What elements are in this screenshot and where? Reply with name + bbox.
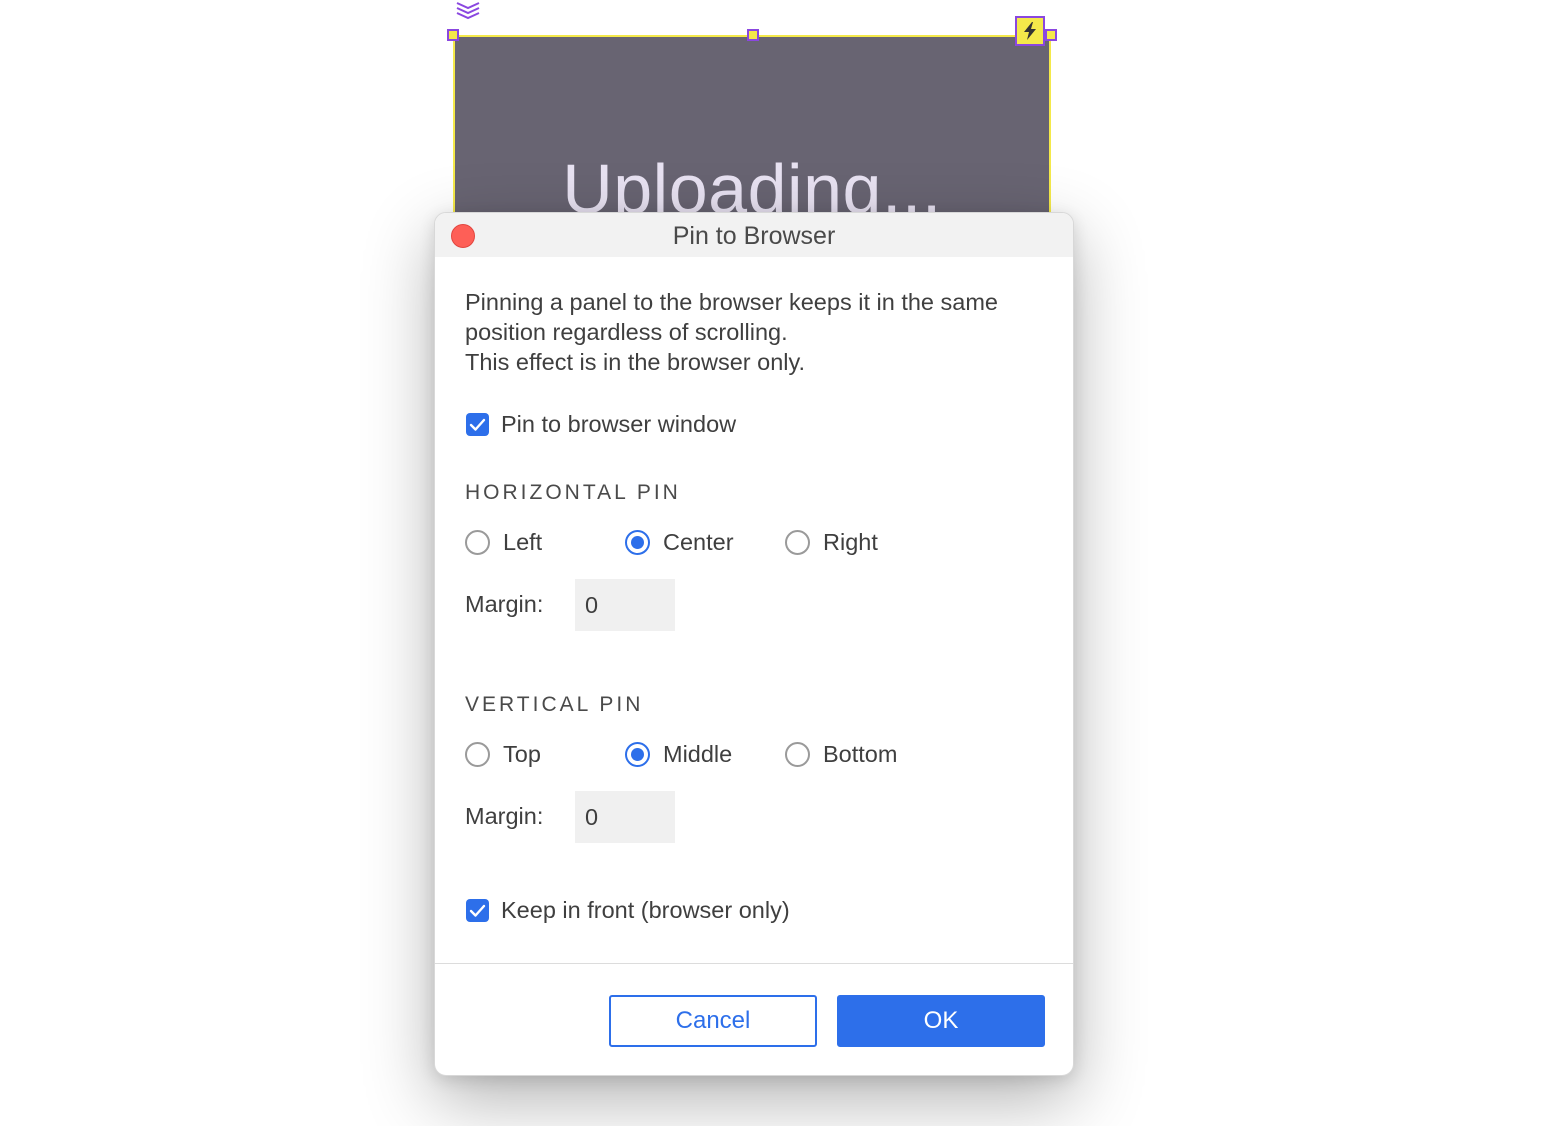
radio-right[interactable] [785, 529, 810, 555]
pin-to-browser-checkbox-row[interactable]: Pin to browser window [466, 411, 736, 438]
radio-option-bottom[interactable]: Bottom [785, 739, 897, 769]
vertical-margin-input[interactable] [575, 791, 675, 843]
radio-middle[interactable] [625, 741, 650, 767]
dialog-titlebar: Pin to Browser [435, 213, 1073, 257]
radio-option-middle[interactable]: Middle [625, 739, 732, 769]
radio-center[interactable] [625, 529, 650, 555]
checkmark-icon [469, 904, 486, 917]
radio-option-top[interactable]: Top [465, 739, 541, 769]
horizontal-pin-radio-group: Left Center Right [465, 527, 1025, 557]
radio-option-left[interactable]: Left [465, 527, 542, 557]
resize-handle-top-right[interactable] [1045, 29, 1057, 41]
keep-in-front-label: Keep in front (browser only) [501, 897, 790, 923]
radio-middle-label: Middle [663, 740, 733, 767]
vertical-margin-row: Margin: [465, 791, 765, 843]
footer-divider [435, 963, 1073, 964]
vertical-pin-heading: VERTICAL PIN [465, 693, 644, 716]
horizontal-pin-heading: HORIZONTAL PIN [465, 481, 681, 504]
keep-in-front-checkbox[interactable] [466, 899, 489, 922]
horizontal-margin-label: Margin: [465, 591, 544, 617]
radio-option-right[interactable]: Right [785, 527, 878, 557]
radio-left[interactable] [465, 529, 490, 555]
keep-in-front-checkbox-row[interactable]: Keep in front (browser only) [466, 897, 790, 924]
radio-right-label: Right [823, 528, 878, 555]
layers-icon [456, 2, 480, 20]
pin-to-browser-dialog: Pin to Browser Pinning a panel to the br… [434, 212, 1074, 1076]
ok-button[interactable]: OK [837, 995, 1045, 1047]
radio-left-label: Left [503, 528, 543, 555]
interaction-bolt-icon[interactable] [1015, 16, 1045, 46]
dialog-title: Pin to Browser [672, 222, 836, 250]
description-line: This effect is in the browser only. [465, 349, 806, 375]
radio-bottom[interactable] [785, 741, 810, 767]
radio-bottom-label: Bottom [823, 740, 898, 767]
resize-handle-top-center[interactable] [747, 29, 759, 41]
resize-handle-top-left[interactable] [447, 29, 459, 41]
radio-top-label: Top [503, 740, 541, 767]
pin-to-browser-label: Pin to browser window [501, 411, 737, 437]
horizontal-margin-input[interactable] [575, 579, 675, 631]
horizontal-margin-row: Margin: [465, 579, 765, 631]
cancel-button[interactable]: Cancel [609, 995, 817, 1047]
description-line: Pinning a panel to the browser keeps it … [465, 289, 998, 315]
dialog-description: Pinning a panel to the browser keeps it … [465, 287, 1055, 377]
radio-center-label: Center [663, 528, 734, 555]
checkmark-icon [469, 418, 486, 431]
radio-top[interactable] [465, 741, 490, 767]
canvas-panel[interactable]: Uploading... [453, 35, 1051, 235]
vertical-margin-label: Margin: [465, 803, 544, 829]
vertical-pin-radio-group: Top Middle Bottom [465, 739, 1025, 769]
description-line: position regardless of scrolling. [465, 319, 788, 345]
radio-option-center[interactable]: Center [625, 527, 734, 557]
pin-to-browser-checkbox[interactable] [466, 413, 489, 436]
